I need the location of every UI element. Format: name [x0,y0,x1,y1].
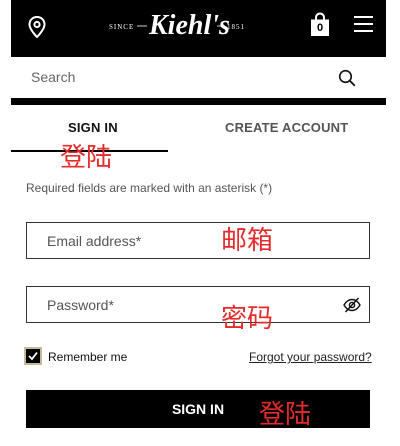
tab-sign-in[interactable]: SIGN IN [68,120,118,135]
kiehls-logo[interactable]: SINCE Kiehl's 1851 [107,4,247,46]
location-pin-icon[interactable] [28,16,46,38]
email-placeholder: Email address* [47,233,142,249]
checkmark-icon [28,351,38,361]
sign-in-button[interactable]: SIGN IN [26,390,370,428]
annotation-email: 邮箱 [221,226,274,256]
shopping-bag-button[interactable]: 0 [310,12,330,37]
hide-password-eye-icon[interactable] [343,297,361,313]
forgot-password-link[interactable]: Forgot your password? [249,350,372,364]
logo-brand: Kiehl's [148,10,230,41]
search-bar[interactable]: Search [11,57,386,98]
annotation-signin-button: 登陆 [259,400,312,430]
bag-count-badge: 0 [316,22,324,34]
search-input[interactable]: Search [31,69,75,85]
password-field[interactable]: Password* [26,286,370,323]
annotation-password: 密码 [221,304,274,334]
required-fields-note: Required fields are marked with an aster… [26,181,273,195]
email-field[interactable]: Email address* [26,222,370,259]
hamburger-menu-icon[interactable] [354,16,373,34]
tab-create-account[interactable]: CREATE ACCOUNT [225,120,348,135]
logo-since: SINCE [109,23,134,31]
annotation-signin-tab: 登陆 [60,143,113,173]
remember-me-checkbox[interactable] [24,347,42,365]
header-divider [11,98,386,105]
app-frame: SINCE Kiehl's 1851 0 Search SIGN IN CREA… [11,0,386,446]
password-placeholder: Password* [47,297,114,313]
logo-year: 1851 [227,23,245,31]
top-bar: SINCE Kiehl's 1851 0 [11,0,386,57]
search-icon[interactable] [338,69,356,87]
remember-me-label[interactable]: Remember me [48,350,127,364]
